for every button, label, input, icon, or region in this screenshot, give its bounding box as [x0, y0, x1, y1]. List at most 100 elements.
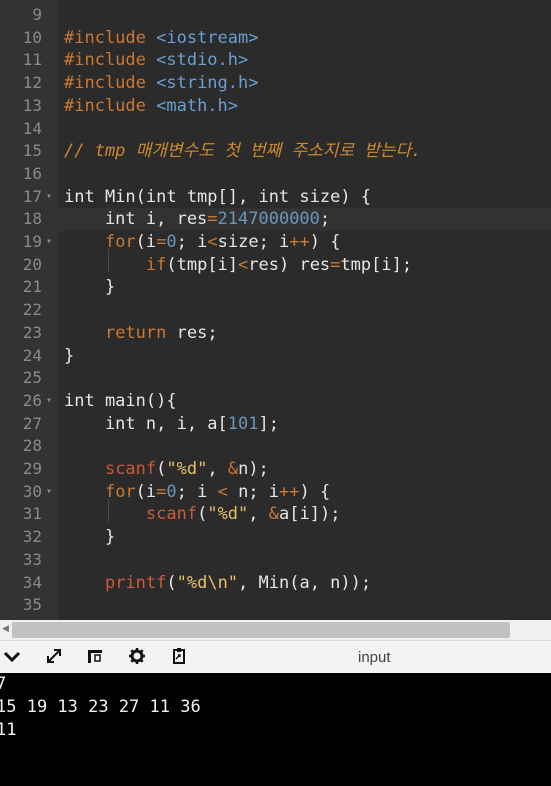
code-line[interactable]: 22	[0, 299, 551, 322]
code-line[interactable]: 19 ▾ for(i=0; i<size; i++) {	[0, 231, 551, 254]
code-line[interactable]: 32 }	[0, 526, 551, 549]
line-number: 10	[22, 27, 42, 47]
code-token: n; i	[227, 481, 280, 502]
code-token: <string.h>	[156, 73, 259, 94]
code-token: "%d\n"	[176, 572, 239, 593]
line-code: int main(){	[64, 390, 177, 413]
code-line[interactable]: 12 #include <string.h>	[0, 72, 551, 95]
layout-icon[interactable]	[84, 647, 106, 669]
fold-arrow-icon[interactable]: ▾	[46, 390, 52, 413]
code-token: ) {	[299, 481, 331, 502]
code-token: #include	[64, 73, 157, 94]
code-line[interactable]: 20 if(tmp[i]<res) res=tmp[i];	[0, 254, 551, 277]
code-token: 2147000000	[217, 209, 320, 230]
code-token: printf	[104, 572, 167, 593]
code-line[interactable]: 14	[0, 118, 551, 141]
console-line: 11	[0, 720, 17, 740]
line-code: for(i=0; i<size; i++) {	[64, 231, 341, 254]
code-token: #include	[64, 95, 157, 116]
line-number: 23	[22, 322, 42, 342]
code-line[interactable]: 29 scanf("%d", &n);	[0, 458, 551, 481]
code-line[interactable]: 13 #include <math.h>	[0, 95, 551, 118]
expand-icon[interactable]	[43, 647, 65, 669]
code-token: (i	[135, 232, 157, 252]
line-number: 18	[22, 209, 42, 229]
scroll-left-icon[interactable]: ◀	[2, 624, 9, 634]
line-code: printf("%d\n", Min(a, n));	[64, 572, 371, 595]
code-token: (	[197, 504, 208, 525]
code-line[interactable]: 31 scanf("%d", &a[i]);	[0, 503, 551, 526]
code-token: for	[104, 232, 136, 252]
code-token: #include	[64, 50, 157, 71]
line-number: 22	[22, 300, 42, 320]
line-number: 15	[22, 141, 42, 161]
code-token: <math.h>	[156, 95, 239, 116]
line-number: 24	[22, 345, 42, 365]
line-code: int Min(int tmp[], int size) {	[64, 186, 371, 209]
console-toolbar: input	[0, 640, 551, 674]
line-code: int n, i, a[101];	[64, 413, 279, 436]
code-line[interactable]: 10 #include <iostream>	[0, 27, 551, 50]
scrollbar-thumb[interactable]	[12, 622, 510, 638]
fold-arrow-icon[interactable]: ▾	[46, 481, 52, 504]
code-token: <stdio.h>	[156, 50, 249, 71]
code-line[interactable]: 11 #include <stdio.h>	[0, 49, 551, 72]
code-token: res) res	[248, 254, 331, 275]
line-number: 32	[22, 527, 42, 547]
code-token: #include	[64, 27, 157, 48]
code-token: , Min(a, n));	[238, 572, 372, 593]
code-token: <	[207, 232, 218, 252]
code-line[interactable]: 16	[0, 163, 551, 186]
code-token: if	[145, 254, 167, 275]
code-line[interactable]: 17 ▾ int Min(int tmp[], int size) {	[0, 186, 551, 209]
code-line[interactable]: 9	[0, 4, 551, 27]
code-line[interactable]: 18 int i, res=2147000000;	[0, 208, 551, 231]
code-editor[interactable]: 9 10 #include <iostream> 11 #include <stdio.…	[0, 0, 551, 620]
horizontal-scrollbar[interactable]: ◀	[0, 620, 551, 640]
code-line[interactable]: 27 int n, i, a[101];	[0, 413, 551, 436]
indent-guide	[108, 249, 109, 272]
code-line[interactable]: 21 }	[0, 276, 551, 299]
code-token: ++	[279, 481, 300, 502]
line-code: for(i=0; i < n; i++) {	[64, 481, 330, 504]
code-line[interactable]: 26 ▾ int main(){	[0, 390, 551, 413]
code-line[interactable]: 34 printf("%d\n", Min(a, n));	[0, 572, 551, 595]
code-line[interactable]: 35	[0, 594, 551, 617]
code-token: int n, i, a[	[64, 413, 228, 434]
code-token: =	[330, 254, 341, 275]
code-line[interactable]: 33	[0, 549, 551, 572]
code-line[interactable]: 24}	[0, 345, 551, 368]
input-label: input	[358, 649, 391, 666]
code-token: ; i	[176, 232, 208, 252]
console-output[interactable]: 7 15 19 13 23 27 11 36 11	[0, 673, 551, 786]
line-number: 30	[22, 481, 42, 501]
code-line[interactable]: 23 return res;	[0, 322, 551, 345]
console-line: 7	[0, 674, 7, 694]
code-line[interactable]: 15 // tmp 매개변수도 첫 번째 주소지로 받는다.	[0, 140, 551, 163]
line-code: if(tmp[i]<res) res=tmp[i];	[64, 254, 412, 277]
code-token: &	[268, 504, 280, 525]
code-token: ;	[319, 209, 331, 230]
gear-icon[interactable]	[126, 647, 148, 669]
code-token: a[i]);	[279, 504, 341, 525]
line-code: int i, res=2147000000;	[64, 208, 330, 231]
chevron-down-icon[interactable]	[1, 647, 23, 669]
code-line[interactable]: 25	[0, 367, 551, 390]
code-token: ,	[207, 459, 228, 479]
fold-arrow-icon[interactable]: ▾	[46, 186, 52, 209]
clipboard-icon[interactable]	[168, 647, 190, 669]
code-token: }	[64, 345, 75, 366]
code-token: size; i	[217, 232, 290, 252]
code-token: int Min(int tmp[], int size) {	[64, 186, 372, 207]
code-line[interactable]: 28	[0, 435, 551, 458]
line-code: }	[64, 526, 115, 549]
fold-arrow-icon[interactable]: ▾	[46, 231, 52, 254]
line-code: scanf("%d", &a[i]);	[64, 503, 341, 526]
code-line[interactable]: 30 ▾ for(i=0; i < n; i++) {	[0, 481, 551, 504]
